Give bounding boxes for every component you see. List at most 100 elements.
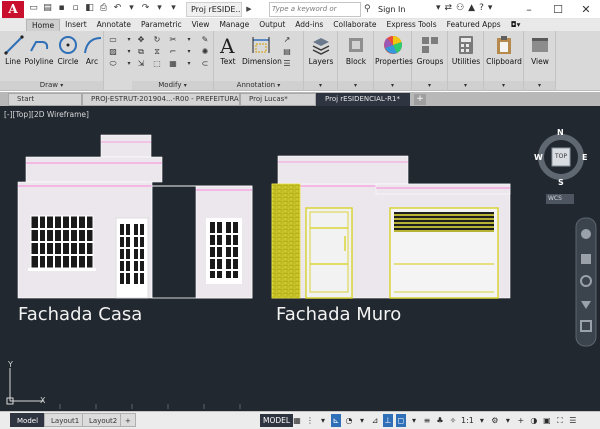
new-tab-icon[interactable]: + [414, 94, 426, 105]
signin-dropdown-icon[interactable]: ▾ [436, 3, 441, 13]
undo-dropdown-icon[interactable]: ▾ [126, 3, 137, 14]
layout-tab-model[interactable]: Model [10, 413, 46, 427]
ribbon-tab-output[interactable]: Output [254, 19, 290, 31]
stay-connected-icon[interactable]: ▲ [468, 3, 475, 13]
compass-north[interactable]: N [557, 128, 564, 137]
isodraft-icon[interactable]: ⊿ [370, 414, 380, 427]
isolate-objects-icon[interactable]: ◑ [529, 414, 539, 427]
arc-button[interactable]: Arc [82, 34, 102, 66]
ribbon-minimize-icon[interactable]: ◘▾ [506, 19, 526, 31]
ribbon-tab-manage[interactable]: Manage [214, 19, 254, 31]
customization-icon[interactable]: ☰ [568, 414, 578, 427]
annotation-panel-title[interactable]: Annotation ▾ [214, 81, 303, 90]
undo-icon[interactable]: ↶ [112, 3, 123, 14]
ribbon-tab-view[interactable]: View [187, 19, 215, 31]
file-tab-proj-lucas[interactable]: Proj Lucas* [240, 93, 316, 106]
hatch-icon[interactable]: ▨ [108, 47, 118, 57]
hardware-acceleration-icon[interactable]: ▣ [542, 414, 552, 427]
compass-south[interactable]: S [558, 178, 564, 187]
ellipse-icon[interactable]: ⬭ [108, 59, 118, 69]
block-dropdown-icon[interactable]: ▾ [338, 81, 373, 90]
help-dropdown-icon[interactable]: ▾ [488, 3, 493, 13]
annotation-scale-value[interactable]: 1:1 [461, 414, 474, 427]
workspace-icon[interactable]: ⚙ [490, 414, 500, 427]
polar-icon[interactable]: ◔ [344, 414, 354, 427]
add-icon[interactable]: + [516, 414, 526, 427]
customize-icon[interactable]: ▾ [168, 3, 179, 14]
viewcube-top-label[interactable]: TOP [553, 153, 569, 160]
connect-icon[interactable]: ⚇ [456, 3, 464, 13]
circle-button[interactable]: Circle [56, 34, 80, 66]
fillet-icon[interactable]: ⌐ [168, 47, 178, 57]
search-input[interactable]: Type a keyword or phrase [269, 2, 361, 26]
clipboard-dropdown-icon[interactable]: ▾ [484, 81, 523, 90]
object-snap-tracking-icon[interactable]: ⊥ [383, 414, 393, 427]
full-navigation-wheel-icon[interactable] [581, 229, 591, 239]
close-icon[interactable]: ✕ [571, 0, 600, 19]
annotation-scale-icon[interactable]: ✧ [448, 414, 458, 427]
model-space-button[interactable]: MODEL [260, 414, 294, 427]
sign-in-button[interactable]: Sign In [370, 2, 426, 17]
annotation-visibility-icon[interactable]: ♣ [435, 414, 445, 427]
new-layout-icon[interactable]: + [120, 413, 136, 427]
scale-dropdown-icon[interactable]: ▾ [477, 414, 487, 427]
leader-icon[interactable]: ↗ [282, 35, 292, 45]
polar-dropdown-icon[interactable]: ▾ [357, 414, 367, 427]
polyline-button[interactable]: Polyline [24, 34, 54, 66]
ribbon-tab-insert[interactable]: Insert [60, 19, 92, 31]
stretch-icon[interactable]: ⇲ [136, 59, 146, 69]
offset-icon[interactable]: ⊂ [200, 59, 210, 69]
clean-screen-icon[interactable]: ⛶ [555, 414, 565, 427]
navigation-bar[interactable] [575, 217, 597, 347]
properties-dropdown-icon[interactable]: ▾ [374, 81, 411, 90]
object-snap-icon[interactable]: ◻ [396, 414, 406, 427]
utilities-button[interactable]: Utilities [450, 34, 482, 66]
osnap-dropdown-icon[interactable]: ▾ [409, 414, 419, 427]
draw-panel-title[interactable]: Draw ▾ [0, 81, 103, 90]
layers-button[interactable]: Layers [306, 34, 336, 66]
ribbon-tab-parametric[interactable]: Parametric [136, 19, 187, 31]
ribbon-tab-collaborate[interactable]: Collaborate [328, 19, 381, 31]
rectangle-icon[interactable]: ▭ [108, 35, 118, 45]
redo-dropdown-icon[interactable]: ▾ [154, 3, 165, 14]
drawing-canvas[interactable]: [-][Top][2D Wireframe] Fachada Casa Fach… [0, 106, 600, 411]
lineweight-icon[interactable]: ≡ [422, 414, 432, 427]
text-button[interactable]: A Text [217, 34, 239, 66]
properties-button[interactable]: Properties [375, 34, 413, 66]
file-tab-proj-residencial[interactable]: Proj rESIDENCIAL-R1* [316, 93, 410, 106]
ribbon-tab-featured-apps[interactable]: Featured Apps [442, 19, 506, 31]
workspace-dropdown-icon[interactable]: ▾ [503, 414, 513, 427]
ribbon-tab-annotate[interactable]: Annotate [92, 19, 136, 31]
file-tab-proj-estrut[interactable]: PROJ-ESTRUT-201904...-R00 - PREFEITURA* [82, 93, 240, 106]
exchange-icon[interactable]: ⇄ [445, 3, 453, 13]
layers-dropdown-icon[interactable]: ▾ [304, 81, 337, 90]
trim-icon[interactable]: ✂ [168, 35, 178, 45]
maximize-icon[interactable]: ☐ [543, 0, 573, 19]
document-switch-icon[interactable]: ▶ [244, 2, 254, 17]
erase-icon[interactable]: ✎ [200, 35, 210, 45]
snap-dropdown-icon[interactable]: ▾ [318, 414, 328, 427]
compass-east[interactable]: E [582, 153, 587, 162]
explode-icon[interactable]: ✺ [200, 47, 210, 57]
view-dropdown-icon[interactable]: ▾ [524, 81, 555, 90]
save-as-icon[interactable]: ▫ [70, 3, 81, 14]
minimize-icon[interactable]: – [514, 0, 544, 19]
clipboard-button[interactable]: Clipboard [485, 34, 523, 66]
wcs-label[interactable]: WCS [548, 195, 562, 202]
modify-panel-title[interactable]: Modify ▾ [132, 81, 213, 90]
groups-button[interactable]: Groups [414, 34, 446, 66]
ortho-icon[interactable]: ⊾ [331, 414, 341, 427]
snap-icon[interactable]: ⋮ [305, 414, 315, 427]
dimension-button[interactable]: Dimension [242, 34, 282, 66]
block-button[interactable]: Block [341, 34, 371, 66]
wall-facade[interactable] [271, 155, 511, 299]
layout-tab-layout1[interactable]: Layout1 [44, 413, 87, 427]
scale-icon[interactable]: ⬚ [152, 59, 162, 69]
new-icon[interactable]: ▭ [28, 3, 39, 14]
mirror-icon[interactable]: ⧖ [152, 47, 162, 57]
rotate-icon[interactable]: ↻ [152, 35, 162, 45]
copy-icon[interactable]: ⧉ [136, 47, 146, 57]
ribbon-tab-add-ins[interactable]: Add-ins [290, 19, 328, 31]
plot-icon[interactable]: ⎙ [98, 3, 109, 14]
web-save-icon[interactable]: ◧ [84, 3, 95, 14]
